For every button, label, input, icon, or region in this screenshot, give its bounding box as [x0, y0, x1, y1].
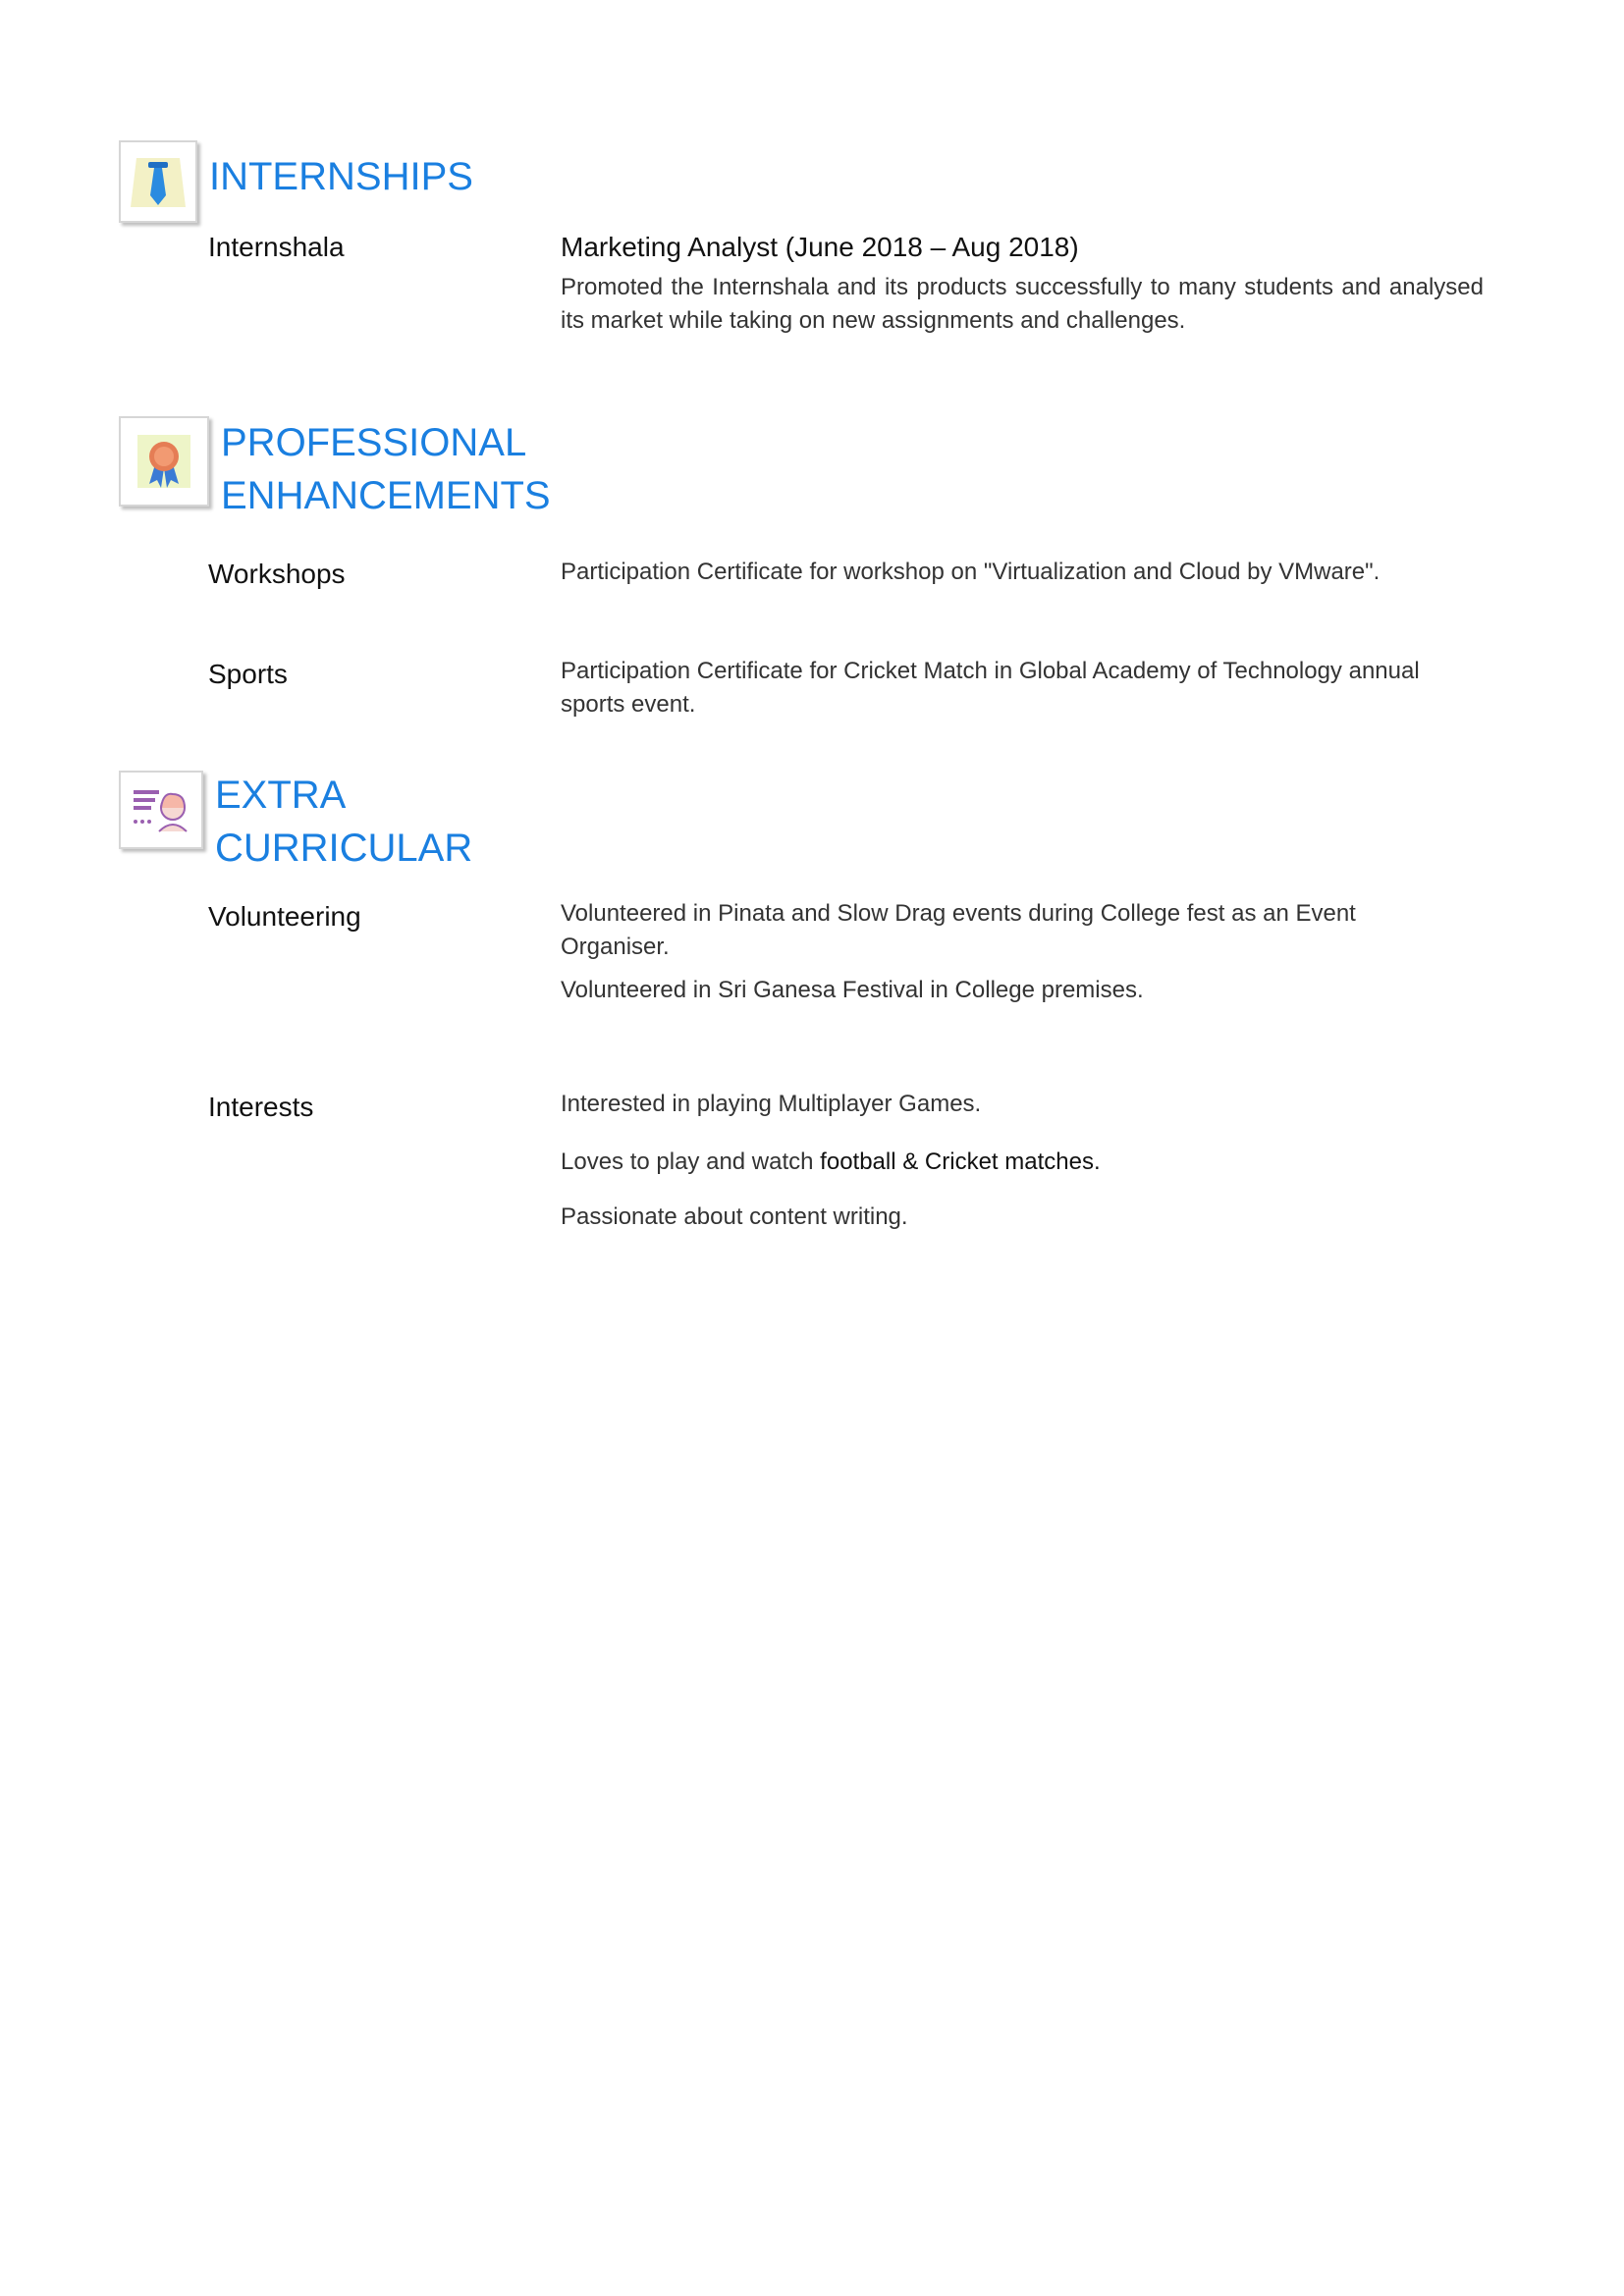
workshops-description: Participation Certificate for workshop o…: [561, 559, 1380, 585]
section-title-professional-line1: PROFESSIONAL: [221, 421, 527, 464]
volunteering-label: Volunteering: [208, 901, 361, 932]
internship-company-label: Internshala: [208, 232, 345, 262]
internship-description: Promoted the Internshala and its product…: [561, 274, 1484, 334]
volunteering-line-2: Volunteered in Sri Ganesa Festival in Co…: [561, 977, 1144, 1003]
section-title-extra: EXTRA CURRICULAR: [215, 769, 627, 875]
sports-label: Sports: [208, 659, 288, 689]
interests-line-2-prefix: Loves to play and watch: [561, 1148, 821, 1175]
interests-line-1: Interested in playing Multiplayer Games.: [561, 1091, 982, 1117]
interests-label: Interests: [208, 1092, 314, 1122]
internships-header: INTERNSHIPS: [119, 140, 622, 223]
award-icon-box: [119, 416, 209, 507]
section-title-internships: INTERNSHIPS: [209, 155, 473, 198]
professional-header: PROFESSIONAL ENHANCEMENTS: [119, 416, 633, 522]
section-title-professional-line2: ENHANCEMENTS: [221, 474, 551, 517]
tie-icon: [131, 158, 186, 207]
profile-card-icon-box: [119, 771, 203, 849]
sports-details: Participation Certificate for Cricket Ma…: [561, 655, 1425, 731]
internship-details: Marketing Analyst (June 2018 – Aug 2018)…: [561, 230, 1484, 347]
award-ribbon-icon: [137, 435, 190, 488]
section-title-extra-line1: EXTRA: [215, 774, 347, 817]
tie-icon-box: [119, 140, 197, 223]
interests-line-3: Passionate about content writing.: [561, 1203, 908, 1230]
interests-line-2: Loves to play and watch football & Crick…: [561, 1146, 1484, 1179]
extra-curricular-header: EXTRA CURRICULAR: [119, 771, 627, 875]
section-title-professional: PROFESSIONAL ENHANCEMENTS: [221, 416, 633, 522]
volunteering-line-1: Volunteered in Pinata and Slow Drag even…: [561, 900, 1356, 960]
workshops-details: Participation Certificate for workshop o…: [561, 556, 1484, 599]
interests-line-2-emphasis: football & Cricket matches.: [820, 1148, 1101, 1175]
internship-role: Marketing Analyst (June 2018 – Aug 2018): [561, 232, 1079, 262]
interests-details: Interested in playing Multiplayer Games.…: [561, 1088, 1484, 1244]
section-title-extra-line2: CURRICULAR: [215, 827, 473, 870]
volunteering-details: Volunteered in Pinata and Slow Drag even…: [561, 897, 1425, 1017]
sports-description: Participation Certificate for Cricket Ma…: [561, 658, 1420, 718]
profile-card-icon: [134, 790, 188, 832]
workshops-label: Workshops: [208, 559, 346, 589]
